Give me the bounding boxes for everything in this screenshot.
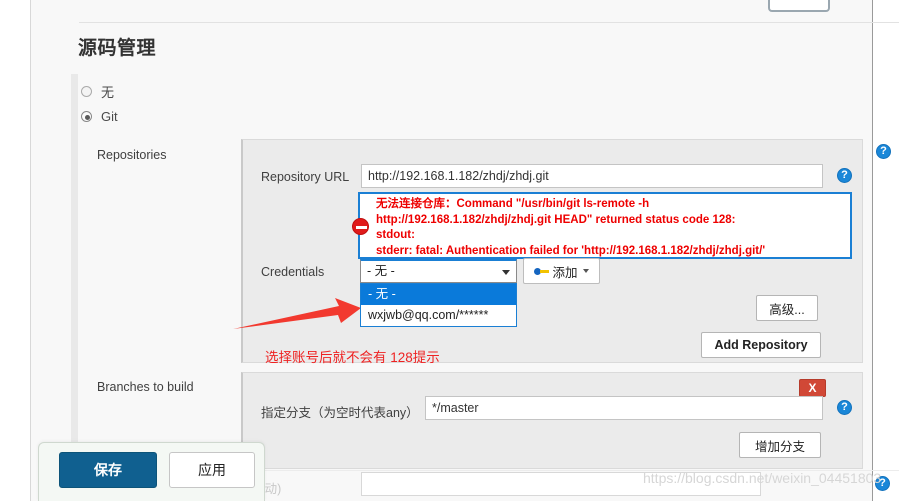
scm-radio-none-label: 无 xyxy=(101,85,115,100)
repository-url-input[interactable] xyxy=(361,164,823,188)
watermark-text: https://blog.csdn.net/weixin_04451803 xyxy=(643,470,882,486)
annotation-text: 选择账号后就不会有 128提示 xyxy=(265,350,440,365)
radio-circle-checked-icon xyxy=(81,111,92,122)
screenshot-root: 源码管理 无 Git Repositories Repository URL 无… xyxy=(0,0,923,501)
key-icon xyxy=(534,267,550,276)
floating-save-bar: 保存 应用 xyxy=(38,442,265,501)
top-divider xyxy=(79,22,899,23)
credentials-select[interactable]: - 无 - xyxy=(360,259,517,283)
credentials-option-account[interactable]: wxjwb@qq.com/****** xyxy=(361,305,516,326)
credentials-selected-value: - 无 - xyxy=(367,264,395,278)
error-line-3: stdout: xyxy=(376,229,415,241)
advanced-button[interactable]: 高级... xyxy=(756,295,818,321)
repository-url-label: Repository URL xyxy=(261,170,350,184)
save-button[interactable]: 保存 xyxy=(59,452,157,488)
apply-button[interactable]: 应用 xyxy=(169,452,255,488)
repository-error-box: 无法连接仓库：Command "/usr/bin/git ls-remote -… xyxy=(352,192,852,259)
credentials-label: Credentials xyxy=(261,265,325,279)
error-line-4: stderr: fatal: Authentication failed for… xyxy=(376,244,766,257)
repositories-row-label: Repositories xyxy=(97,148,167,162)
error-line-1: 无法连接仓库：Command "/usr/bin/git ls-remote -… xyxy=(376,198,650,210)
repository-error-text: 无法连接仓库：Command "/usr/bin/git ls-remote -… xyxy=(376,197,846,259)
chevron-down-icon xyxy=(502,270,510,275)
section-accent-strip xyxy=(71,74,78,454)
page-section-title: 源码管理 xyxy=(78,38,157,59)
caret-down-icon xyxy=(582,269,589,273)
error-circle-icon xyxy=(352,218,369,235)
add-repository-button[interactable]: Add Repository xyxy=(701,332,821,358)
branches-row-label: Branches to build xyxy=(97,380,194,394)
branch-specifier-label: 指定分支（为空时代表any） xyxy=(261,406,419,420)
add-credentials-button[interactable]: 添加 xyxy=(523,258,600,284)
add-credentials-label: 添加 xyxy=(552,265,578,280)
help-icon-branches[interactable]: ? xyxy=(837,400,852,415)
error-line-2: http://192.168.1.182/zhdj/zhdj.git HEAD"… xyxy=(376,213,736,226)
radio-circle-icon xyxy=(81,86,92,97)
scm-radio-git[interactable]: Git xyxy=(81,109,118,124)
branch-specifier-input[interactable] xyxy=(425,396,823,420)
config-page-column: 源码管理 无 Git Repositories Repository URL 无… xyxy=(30,0,899,501)
scm-radio-none[interactable]: 无 xyxy=(81,82,114,101)
help-icon-repository-url[interactable]: ? xyxy=(837,168,852,183)
credentials-dropdown-list[interactable]: - 无 - wxjwb@qq.com/****** xyxy=(360,283,517,327)
delete-branch-button[interactable]: X xyxy=(799,379,826,397)
add-branch-button[interactable]: 增加分支 xyxy=(739,432,821,458)
help-icon-repositories[interactable]: ? xyxy=(876,144,891,159)
scm-radio-git-label: Git xyxy=(101,109,118,124)
partial-top-button[interactable] xyxy=(768,0,830,12)
credentials-option-none[interactable]: - 无 - xyxy=(361,284,516,305)
